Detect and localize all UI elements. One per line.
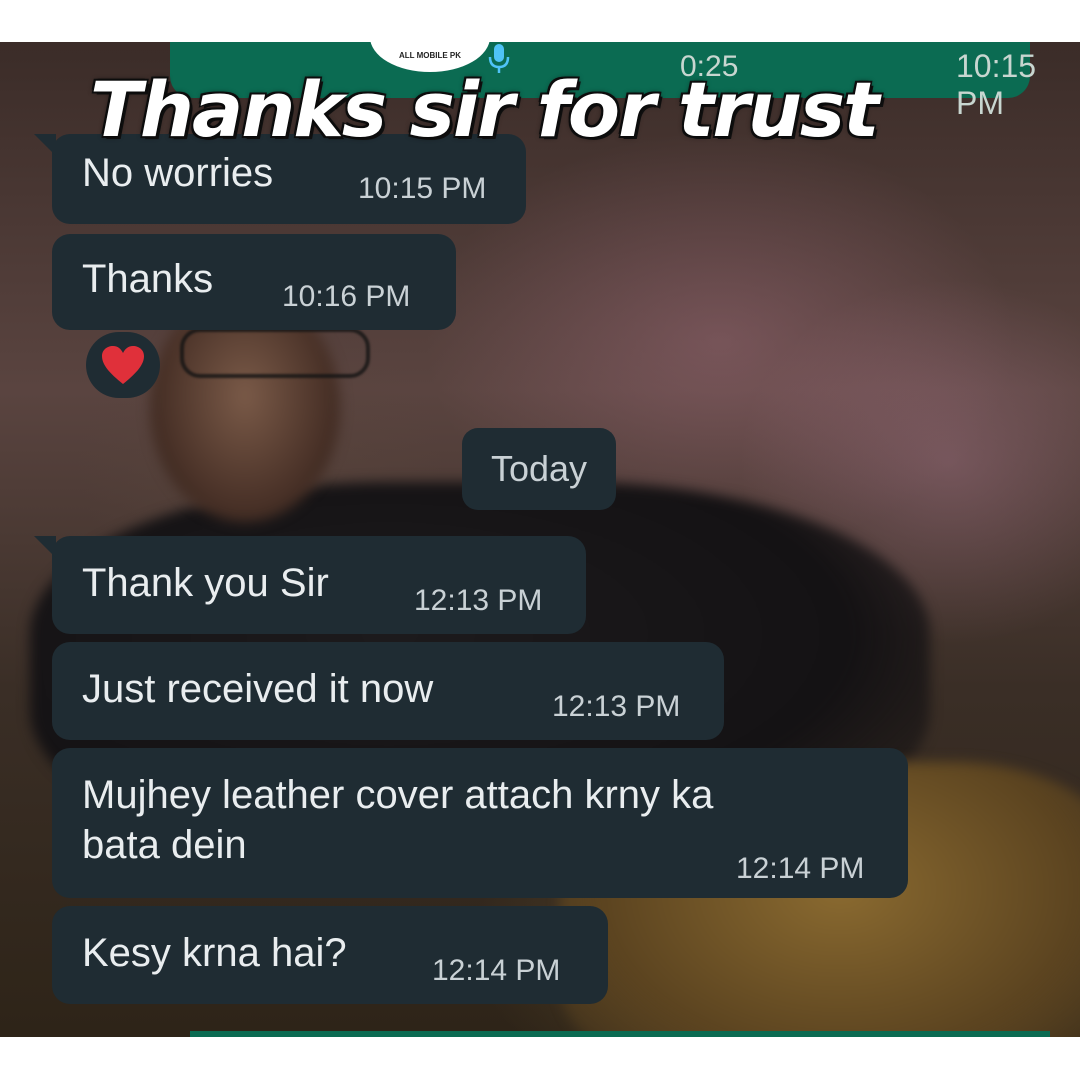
message-time: 10:15 PM	[358, 172, 487, 205]
input-bar-edge	[190, 1031, 1050, 1037]
chat-screenshot: ALL MOBILE PK 0:25 10:15 PM No worries 1…	[0, 42, 1080, 1037]
reaction-badge[interactable]	[86, 332, 160, 398]
message-time: 12:14 PM	[736, 852, 865, 885]
message-time: 10:16 PM	[282, 280, 411, 313]
logo-text: ALL MOBILE PK	[398, 51, 462, 60]
heart-icon	[102, 346, 144, 384]
headline-overlay: Thanks sir for trust	[90, 65, 880, 154]
bubble-tail	[34, 134, 56, 156]
message-text: Thank you Sir	[82, 561, 329, 605]
message-bubble[interactable]: Kesy krna hai? 12:14 PM	[52, 906, 608, 1004]
message-bubble[interactable]: Thank you Sir 12:13 PM	[52, 536, 586, 634]
message-bubble[interactable]: Just received it now 12:13 PM	[52, 642, 724, 740]
message-text: No worries	[82, 151, 274, 195]
background-photo-glasses	[180, 328, 370, 378]
bubble-tail	[34, 536, 56, 558]
message-text: Just received it now	[82, 667, 434, 711]
message-time: 12:13 PM	[552, 690, 681, 723]
message-bubble[interactable]: Mujhey leather cover attach krny ka bata…	[52, 748, 908, 898]
date-divider-label: Today	[490, 448, 588, 489]
message-time: 12:13 PM	[414, 584, 543, 617]
date-divider: Today	[462, 428, 616, 510]
message-text: Kesy krna hai?	[82, 931, 347, 975]
message-bubble[interactable]: Thanks 10:16 PM	[52, 234, 456, 330]
message-time: 12:14 PM	[432, 954, 561, 987]
message-text: Thanks	[82, 257, 214, 301]
